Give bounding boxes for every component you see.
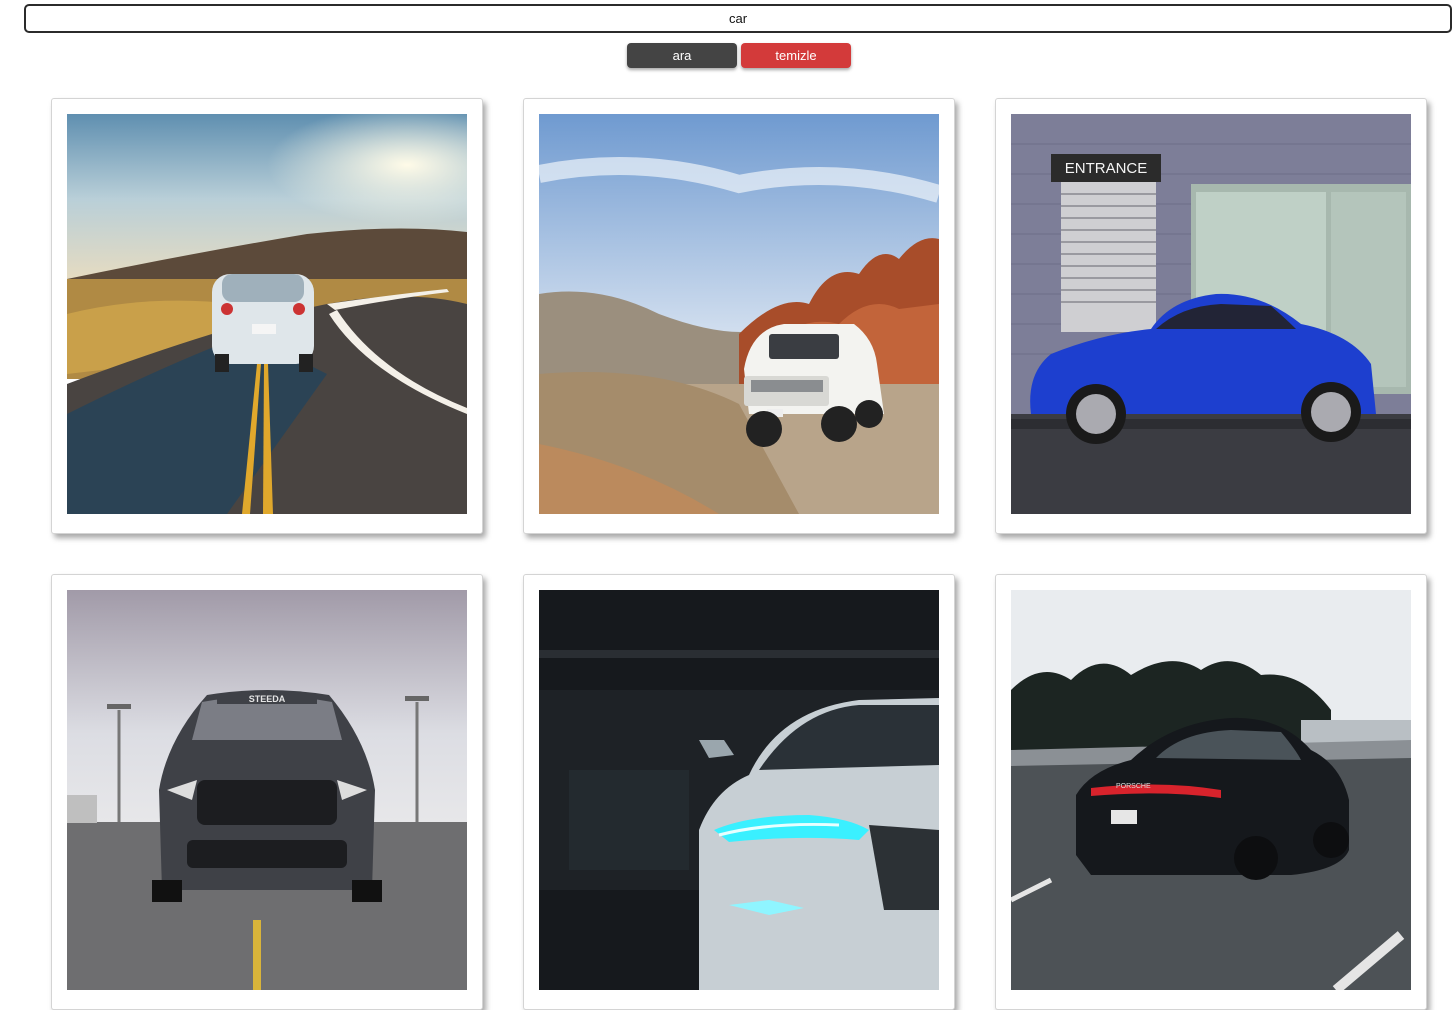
image-card[interactable]: ENTRANCE: [995, 98, 1427, 534]
photo-suv-desert: [539, 114, 939, 514]
search-input[interactable]: [24, 4, 1452, 33]
result-image-suv-desert[interactable]: [539, 114, 939, 514]
clear-button[interactable]: temizle: [741, 43, 851, 68]
photo-sports-car-road: [67, 114, 467, 514]
badge-text: PORSCHE: [1116, 783, 1151, 790]
photo-dark-sedan: [539, 590, 939, 990]
search-bar: [24, 4, 1452, 33]
image-card[interactable]: STEEDA: [51, 574, 483, 1010]
result-image-blue-coupe[interactable]: ENTRANCE: [1011, 114, 1411, 514]
image-card[interactable]: [523, 98, 955, 534]
result-image-dark-sedan[interactable]: [539, 590, 939, 990]
image-card[interactable]: PORSCHE: [995, 574, 1427, 1010]
image-card[interactable]: [51, 98, 483, 534]
result-image-black-sedan[interactable]: PORSCHE: [1011, 590, 1411, 990]
search-button[interactable]: ara: [627, 43, 737, 68]
windshield-banner-text: STEEDA: [249, 694, 286, 704]
entrance-sign-text: ENTRANCE: [1065, 160, 1148, 177]
photo-blue-coupe: ENTRANCE: [1011, 114, 1411, 514]
result-image-sports-car-road[interactable]: [67, 114, 467, 514]
search-actions: ara temizle: [627, 43, 851, 68]
image-card[interactable]: [523, 574, 955, 1010]
photo-muscle-car: STEEDA: [67, 590, 467, 990]
result-image-muscle-car[interactable]: STEEDA: [67, 590, 467, 990]
photo-black-sedan: PORSCHE: [1011, 590, 1411, 990]
